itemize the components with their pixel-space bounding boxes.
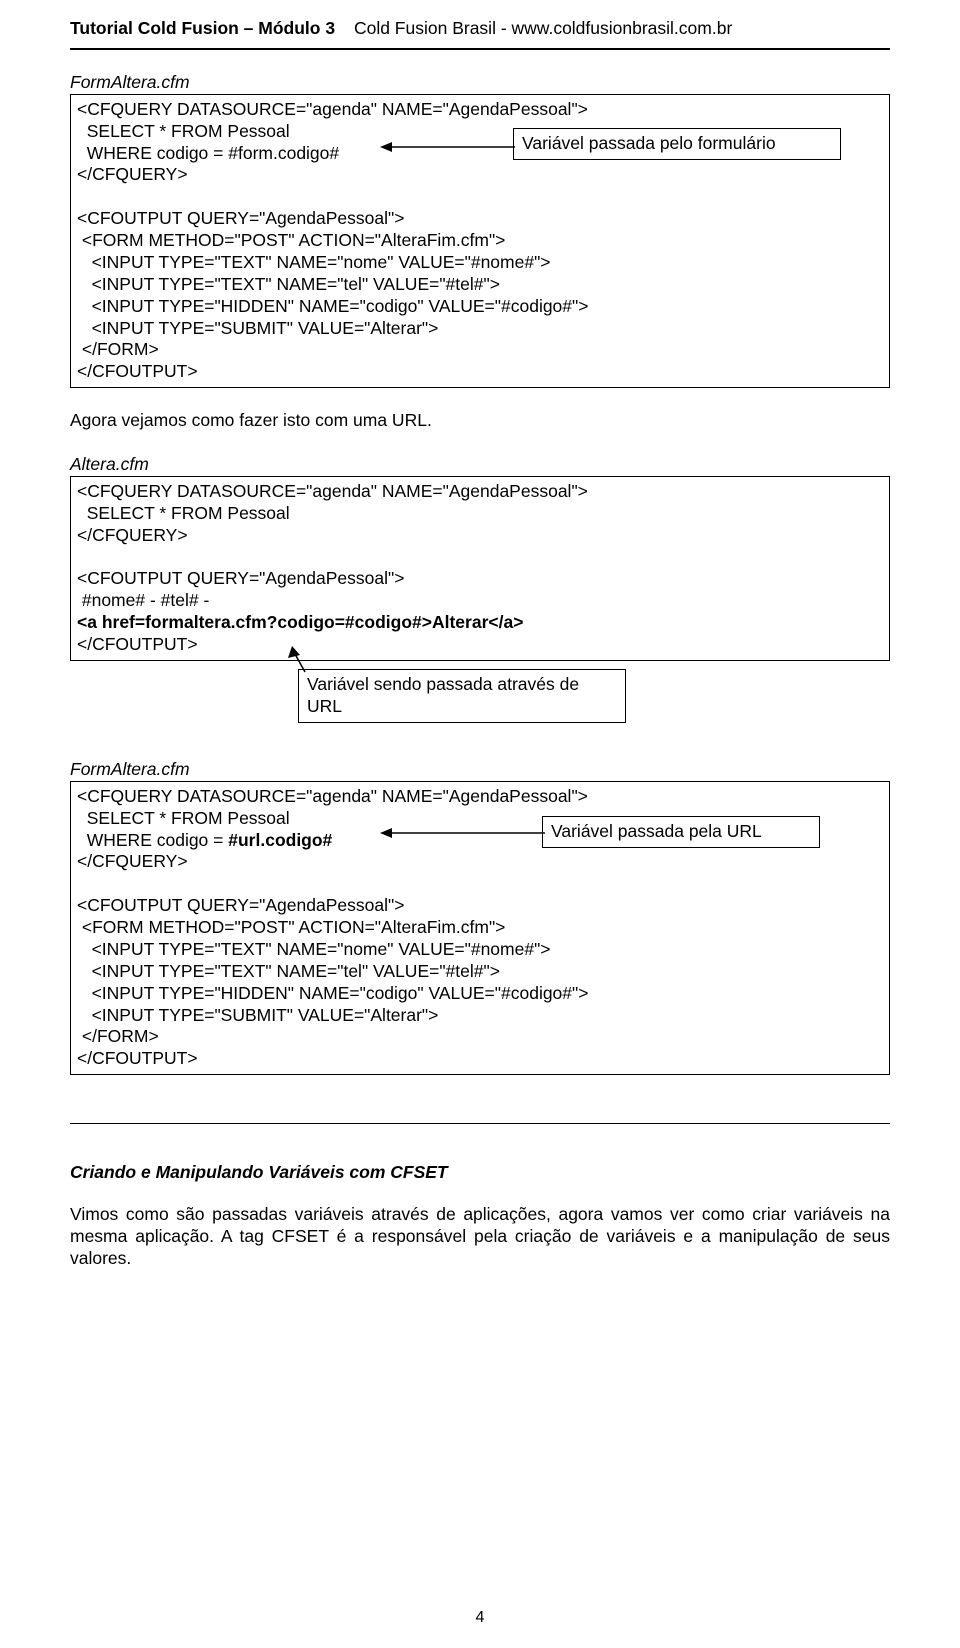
section-title: Criando e Manipulando Variáveis com CFSE…: [70, 1162, 890, 1184]
header-subtitle: Cold Fusion Brasil - www.coldfusionbrasi…: [354, 18, 732, 38]
paragraph-cfset: Vimos como são passadas variáveis atravé…: [70, 1204, 890, 1270]
page-number: 4: [0, 1608, 960, 1628]
callout-url-variable: Variável sendo passada através de URL: [298, 669, 626, 723]
filename-3: FormAltera.cfm: [70, 759, 890, 781]
header-rule: [70, 48, 890, 50]
callout-url-passed: Variável passada pela URL: [542, 816, 820, 848]
section-rule: [70, 1123, 890, 1124]
page-header: Tutorial Cold Fusion – Módulo 3 Cold Fus…: [70, 18, 890, 44]
filename-2: Altera.cfm: [70, 454, 890, 476]
header-title: Tutorial Cold Fusion – Módulo 3: [70, 18, 335, 38]
code-block-2: <CFQUERY DATASOURCE="agenda" NAME="Agend…: [70, 476, 890, 661]
paragraph-url-intro: Agora vejamos como fazer isto com uma UR…: [70, 410, 890, 432]
filename-1: FormAltera.cfm: [70, 72, 890, 94]
callout-form-variable: Variável passada pelo formulário: [513, 128, 841, 160]
